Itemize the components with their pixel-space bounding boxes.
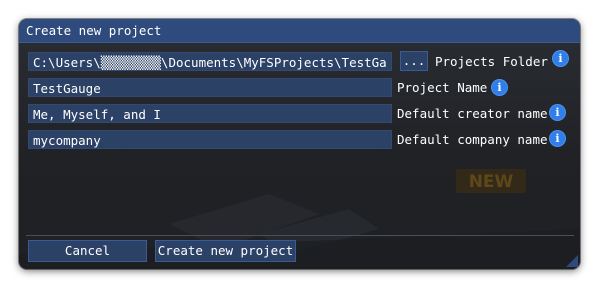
- cancel-button[interactable]: Cancel: [28, 240, 147, 262]
- dialog-title: Create new project: [26, 23, 162, 38]
- info-icon[interactable]: i: [550, 105, 565, 120]
- titlebar: Create new project: [19, 19, 580, 43]
- background-new-badge: NEW: [469, 172, 514, 192]
- company-name-label: Default company name: [397, 132, 548, 147]
- project-name-label: Project Name: [397, 80, 488, 95]
- projects-folder-label: Projects Folder: [435, 54, 548, 69]
- footer-divider: [26, 235, 574, 236]
- info-icon[interactable]: i: [550, 131, 565, 146]
- resize-grip-icon[interactable]: [566, 255, 578, 267]
- company-name-input[interactable]: [28, 130, 392, 149]
- browse-folder-button[interactable]: ...: [400, 51, 428, 71]
- creator-name-label: Default creator name: [397, 106, 548, 121]
- create-project-button[interactable]: Create new project: [155, 240, 296, 262]
- project-name-input[interactable]: [28, 78, 392, 97]
- info-icon[interactable]: i: [492, 80, 507, 95]
- projects-folder-input[interactable]: [28, 52, 392, 71]
- create-project-dialog: NEW Create new project ... Projects Fold…: [19, 19, 580, 269]
- creator-name-input[interactable]: [28, 104, 392, 123]
- info-icon[interactable]: i: [553, 51, 568, 66]
